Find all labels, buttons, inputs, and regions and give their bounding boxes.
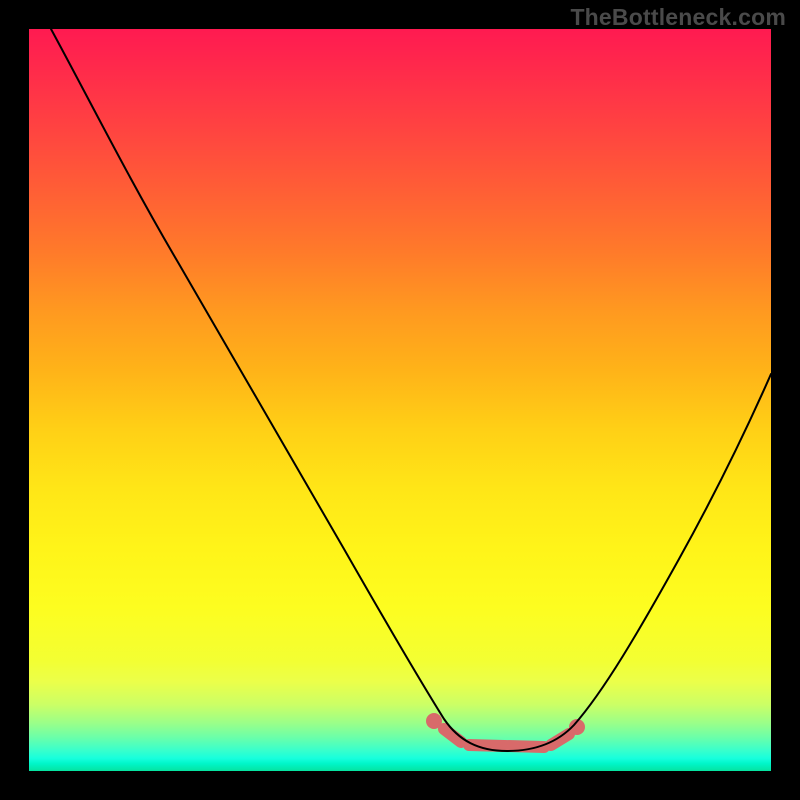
optimal-range-markers — [426, 713, 585, 747]
chart-frame: TheBottleneck.com — [0, 0, 800, 800]
watermark-text: TheBottleneck.com — [570, 4, 786, 31]
bottleneck-curve-path — [51, 29, 771, 751]
curve-svg — [29, 29, 771, 771]
plot-area — [29, 29, 771, 771]
